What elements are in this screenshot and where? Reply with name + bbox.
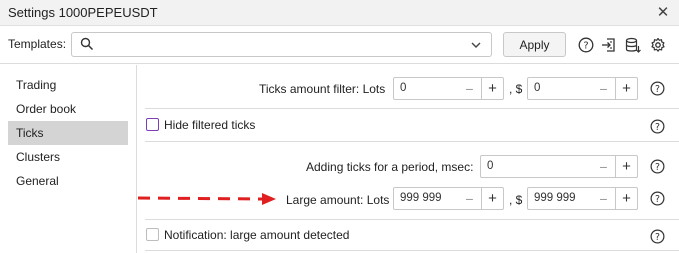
help-icon[interactable]: ?: [650, 81, 665, 96]
decrement-button[interactable]: −: [592, 156, 615, 177]
decrement-button[interactable]: −: [592, 78, 615, 99]
large-amount-lots-input[interactable]: 999 999 − +: [393, 187, 504, 210]
sidebar-item-clusters[interactable]: Clusters: [8, 145, 128, 169]
window-title: Settings 1000PEPEUSDT: [8, 5, 158, 20]
decrement-button[interactable]: −: [458, 78, 481, 99]
divider: [145, 108, 679, 109]
divider: [145, 250, 679, 251]
help-icon[interactable]: ?: [578, 37, 594, 53]
usd-separator: , $: [509, 82, 523, 96]
divider: [145, 219, 679, 220]
divider: [145, 141, 679, 142]
search-icon: [80, 37, 94, 51]
annotation-arrow-icon: [137, 193, 276, 205]
increment-button[interactable]: +: [615, 188, 637, 209]
sidebar-item-general[interactable]: General: [8, 169, 128, 193]
svg-text:?: ?: [655, 122, 660, 133]
svg-text:?: ?: [655, 162, 660, 173]
ticks-filter-lots-value: 0: [400, 82, 407, 94]
increment-button[interactable]: +: [615, 78, 637, 99]
decrement-button[interactable]: −: [592, 188, 615, 209]
notification-checkbox[interactable]: [146, 228, 159, 241]
sidebar-item-trading[interactable]: Trading: [8, 73, 128, 97]
large-amount-usd-value: 999 999: [534, 192, 576, 204]
large-amount-label: Large amount: Lots: [286, 193, 390, 207]
decrement-button[interactable]: −: [458, 188, 481, 209]
svg-text:?: ?: [655, 232, 660, 243]
increment-button[interactable]: +: [615, 156, 637, 177]
close-icon[interactable]: ✕: [653, 2, 673, 22]
chevron-down-icon: [471, 42, 481, 48]
large-amount-lots-value: 999 999: [400, 192, 442, 204]
notification-label: Notification: large amount detected: [164, 228, 350, 242]
ticks-filter-label: Ticks amount filter: Lots: [259, 82, 386, 96]
help-icon[interactable]: ?: [650, 159, 665, 174]
adding-ticks-label: Adding ticks for a period, msec:: [306, 160, 474, 174]
svg-text:?: ?: [583, 41, 588, 52]
ticks-filter-lots-input[interactable]: 0 − +: [393, 77, 504, 100]
apply-button[interactable]: Apply: [503, 32, 566, 57]
help-icon[interactable]: ?: [650, 119, 665, 134]
sidebar-item-order-book[interactable]: Order book: [8, 97, 128, 121]
svg-text:?: ?: [655, 194, 660, 205]
hide-filtered-checkbox[interactable]: [146, 118, 159, 131]
usd-separator: , $: [509, 193, 523, 207]
hide-filtered-label: Hide filtered ticks: [164, 118, 256, 132]
help-icon[interactable]: ?: [650, 229, 665, 244]
templates-label: Templates:: [8, 37, 67, 51]
adding-ticks-input[interactable]: 0 − +: [480, 155, 638, 178]
increment-button[interactable]: +: [481, 188, 503, 209]
help-icon[interactable]: ?: [650, 191, 665, 206]
increment-button[interactable]: +: [481, 78, 503, 99]
templates-bar: Templates: Apply ?: [0, 26, 679, 64]
adding-ticks-value: 0: [487, 160, 494, 172]
title-bar: Settings 1000PEPEUSDT ✕: [0, 0, 679, 26]
database-save-icon[interactable]: [625, 37, 641, 53]
sidebar-item-ticks[interactable]: Ticks: [8, 121, 128, 145]
import-template-icon[interactable]: [601, 37, 617, 53]
templates-select[interactable]: [71, 32, 492, 57]
ticks-filter-usd-input[interactable]: 0 − +: [527, 77, 638, 100]
settings-sidebar: Trading Order book Ticks Clusters Genera…: [0, 65, 137, 253]
svg-text:?: ?: [655, 84, 660, 95]
gear-icon[interactable]: [650, 37, 666, 53]
ticks-filter-usd-value: 0: [534, 82, 541, 94]
large-amount-usd-input[interactable]: 999 999 − +: [527, 187, 638, 210]
